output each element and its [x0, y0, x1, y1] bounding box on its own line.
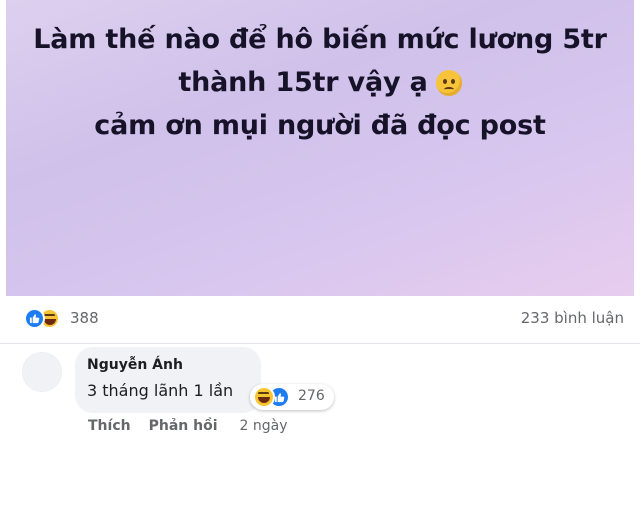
like-icon [24, 308, 45, 329]
avatar[interactable] [22, 352, 62, 392]
post-background-banner: Làm thế nào để hô biến mức lương 5tr thà… [6, 0, 634, 296]
haha-icon [253, 386, 275, 408]
comment-like-button[interactable]: Thích [88, 418, 131, 434]
comment-reaction-count: 276 [298, 388, 325, 404]
comment-actions: Thích Phản hồi 2 ngày [88, 418, 287, 434]
comment-text: 3 tháng lãnh 1 lần [87, 381, 234, 400]
comment-author[interactable]: Nguyễn Ánh [87, 356, 249, 374]
post-text-line-2: thành 15tr vậy ạ [178, 67, 428, 98]
post-reactions-summary[interactable] [24, 308, 64, 330]
post-stats-bar: 388 233 bình luận [0, 296, 640, 344]
comment-reply-button[interactable]: Phản hồi [149, 418, 218, 434]
sad-face-icon [435, 69, 462, 96]
comment-bubble: Nguyễn Ánh 3 tháng lãnh 1 lần [75, 347, 261, 413]
post-text-line-3: cảm ơn mụi người đã đọc post [94, 110, 546, 141]
post-comment-count[interactable]: 233 bình luận [521, 309, 624, 327]
comment-timestamp[interactable]: 2 ngày [240, 418, 288, 434]
post-reaction-count[interactable]: 388 [70, 309, 99, 327]
post-text-line-2-row: thành 15tr vậy ạ [178, 61, 462, 104]
post-text-line-1: Làm thế nào để hô biến mức lương 5tr [33, 24, 607, 55]
comment-reactions-badge[interactable]: 276 [250, 384, 334, 410]
